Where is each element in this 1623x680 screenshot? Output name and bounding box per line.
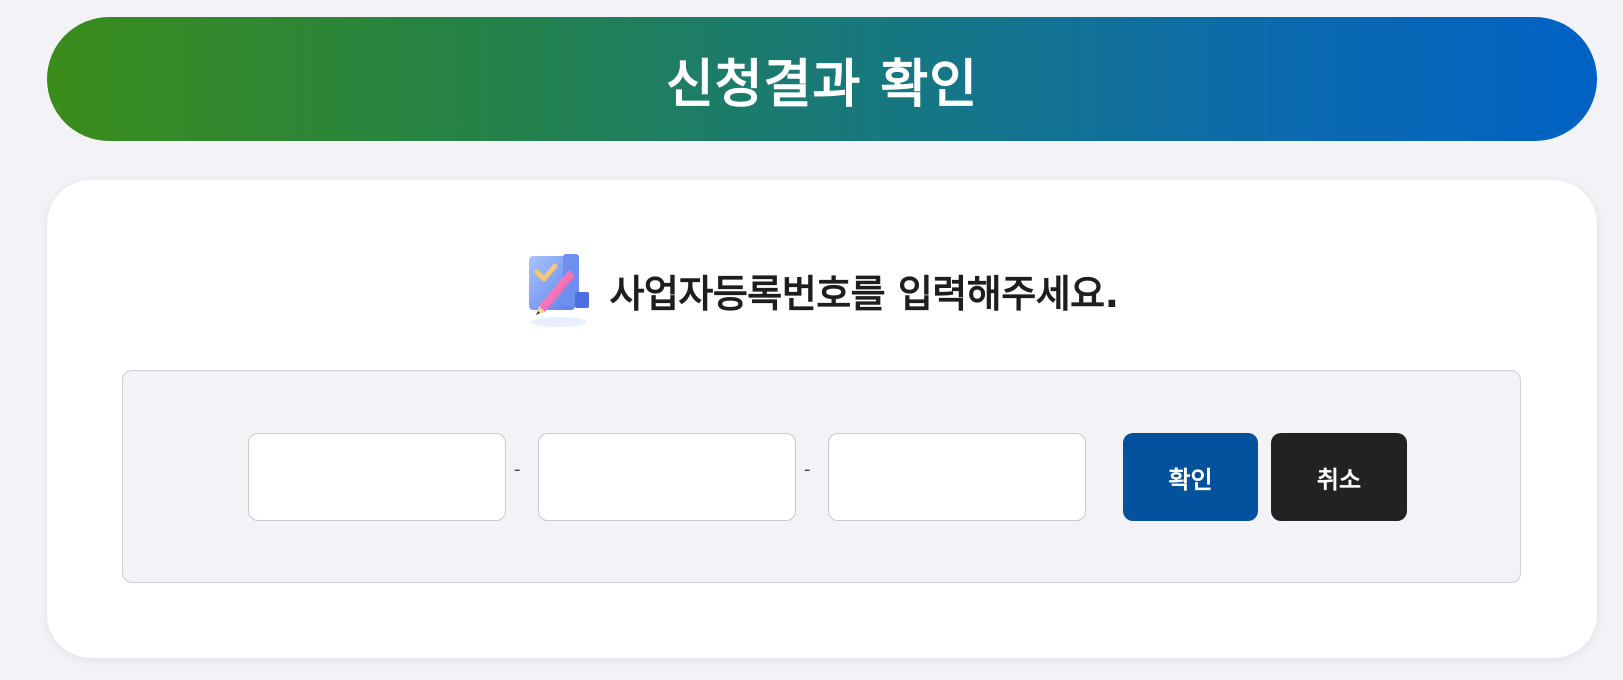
prompt-text: 사업자등록번호를 입력해주세요. bbox=[609, 271, 1119, 316]
separator-dash: - bbox=[514, 459, 521, 480]
lookup-card: 사업자등록번호를 입력해주세요. - - 확인 취소 bbox=[47, 180, 1597, 658]
business-number-part1-input[interactable] bbox=[248, 433, 506, 521]
pencil-checklist-icon bbox=[525, 250, 601, 330]
confirm-button[interactable]: 확인 bbox=[1123, 433, 1258, 521]
separator-dash: - bbox=[804, 459, 811, 480]
page-title-banner: 신청결과 확인 bbox=[47, 17, 1597, 141]
page-title: 신청결과 확인 bbox=[665, 54, 979, 115]
business-number-form: - - 확인 취소 bbox=[122, 370, 1521, 583]
cancel-button[interactable]: 취소 bbox=[1271, 433, 1407, 521]
prompt-row: 사업자등록번호를 입력해주세요. bbox=[47, 250, 1597, 330]
business-number-part3-input[interactable] bbox=[828, 433, 1086, 521]
page: 신청결과 확인 사업자등록번호를 입력해주세요. - - 확인 취소 bbox=[0, 0, 1623, 680]
business-number-part2-input[interactable] bbox=[538, 433, 796, 521]
